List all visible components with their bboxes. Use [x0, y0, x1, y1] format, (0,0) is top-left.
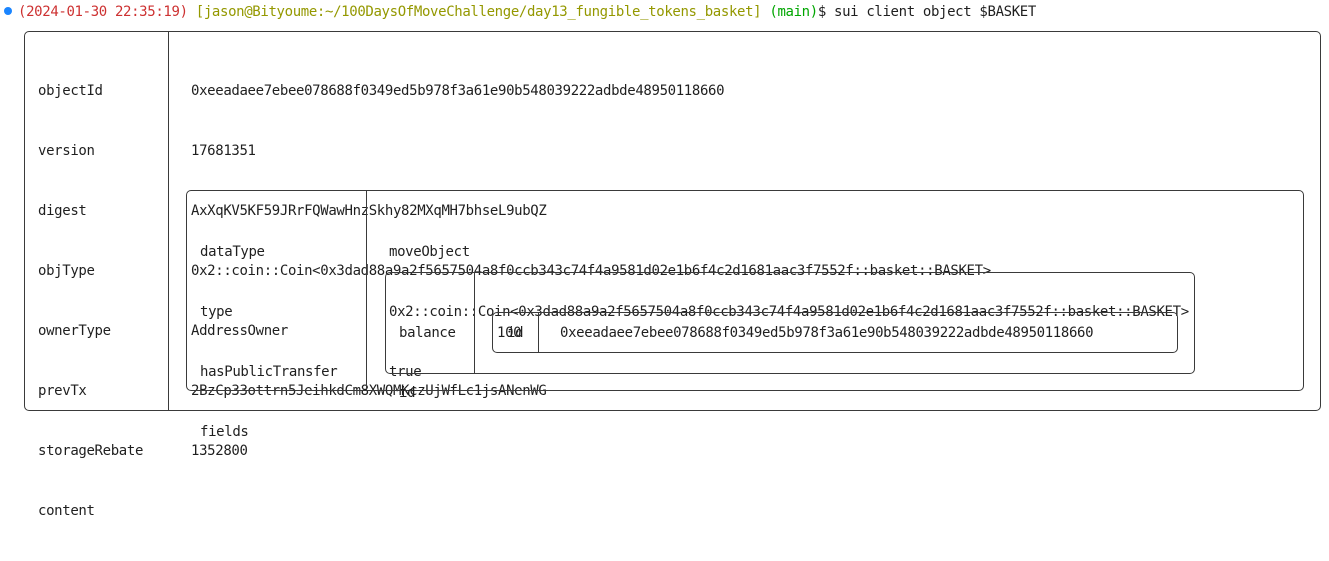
key-id: id: [399, 385, 416, 401]
value-dataType: moveObject: [389, 244, 470, 260]
fields-table-divider: [474, 273, 475, 373]
object-keys: objectId version digest objType ownerTyp…: [38, 41, 143, 561]
object-table: objectId version digest objType ownerTyp…: [24, 31, 1321, 519]
key-hasPublicTransfer: hasPublicTransfer: [200, 364, 338, 380]
key-type: type: [200, 304, 233, 320]
status-dot-icon: [4, 7, 12, 15]
value-version: 17681351: [191, 143, 256, 159]
uid-table-divider: [538, 313, 539, 352]
key-ownerType: ownerType: [38, 323, 111, 339]
uid-value: 0xeeadaee7ebee078688f0349ed5b978f3a61e90…: [560, 325, 1094, 341]
key-version: version: [38, 143, 95, 159]
terminal-prompt-line: (2024-01-30 22:35:19) [jason@Bityoume:~/…: [4, 2, 1036, 22]
key-prevTx: prevTx: [38, 383, 87, 399]
prompt-command: $ sui client object $BASKET: [817, 4, 1036, 20]
fields-keys: balance id: [399, 283, 464, 443]
object-table-divider: [168, 32, 169, 410]
key-balance: balance: [399, 325, 456, 341]
fields-table: balance id 100 id 0xeeadaee7ebee078688f0…: [385, 272, 1195, 401]
prompt-user-path: [jason@Bityoume:~/100DaysOfMoveChallenge…: [195, 4, 762, 20]
key-digest: digest: [38, 203, 87, 219]
prompt-timestamp: (2024-01-30 22:35:19): [18, 4, 188, 20]
key-storageRebate: storageRebate: [38, 443, 144, 459]
content-table: dataType type hasPublicTransfer fields m…: [186, 190, 1304, 440]
value-objectId: 0xeeadaee7ebee078688f0349ed5b978f3a61e90…: [191, 83, 725, 99]
key-dataType: dataType: [200, 244, 265, 260]
key-content: content: [38, 503, 95, 519]
prompt-git-branch: (main): [769, 4, 818, 20]
key-objectId: objectId: [38, 83, 103, 99]
key-objType: objType: [38, 263, 95, 279]
content-table-divider: [366, 191, 367, 390]
uid-key: id: [507, 325, 524, 341]
uid-table: id 0xeeadaee7ebee078688f0349ed5b978f3a61…: [492, 312, 1178, 353]
content-keys: dataType type hasPublicTransfer fields: [200, 202, 338, 482]
key-fields: fields: [200, 424, 249, 440]
